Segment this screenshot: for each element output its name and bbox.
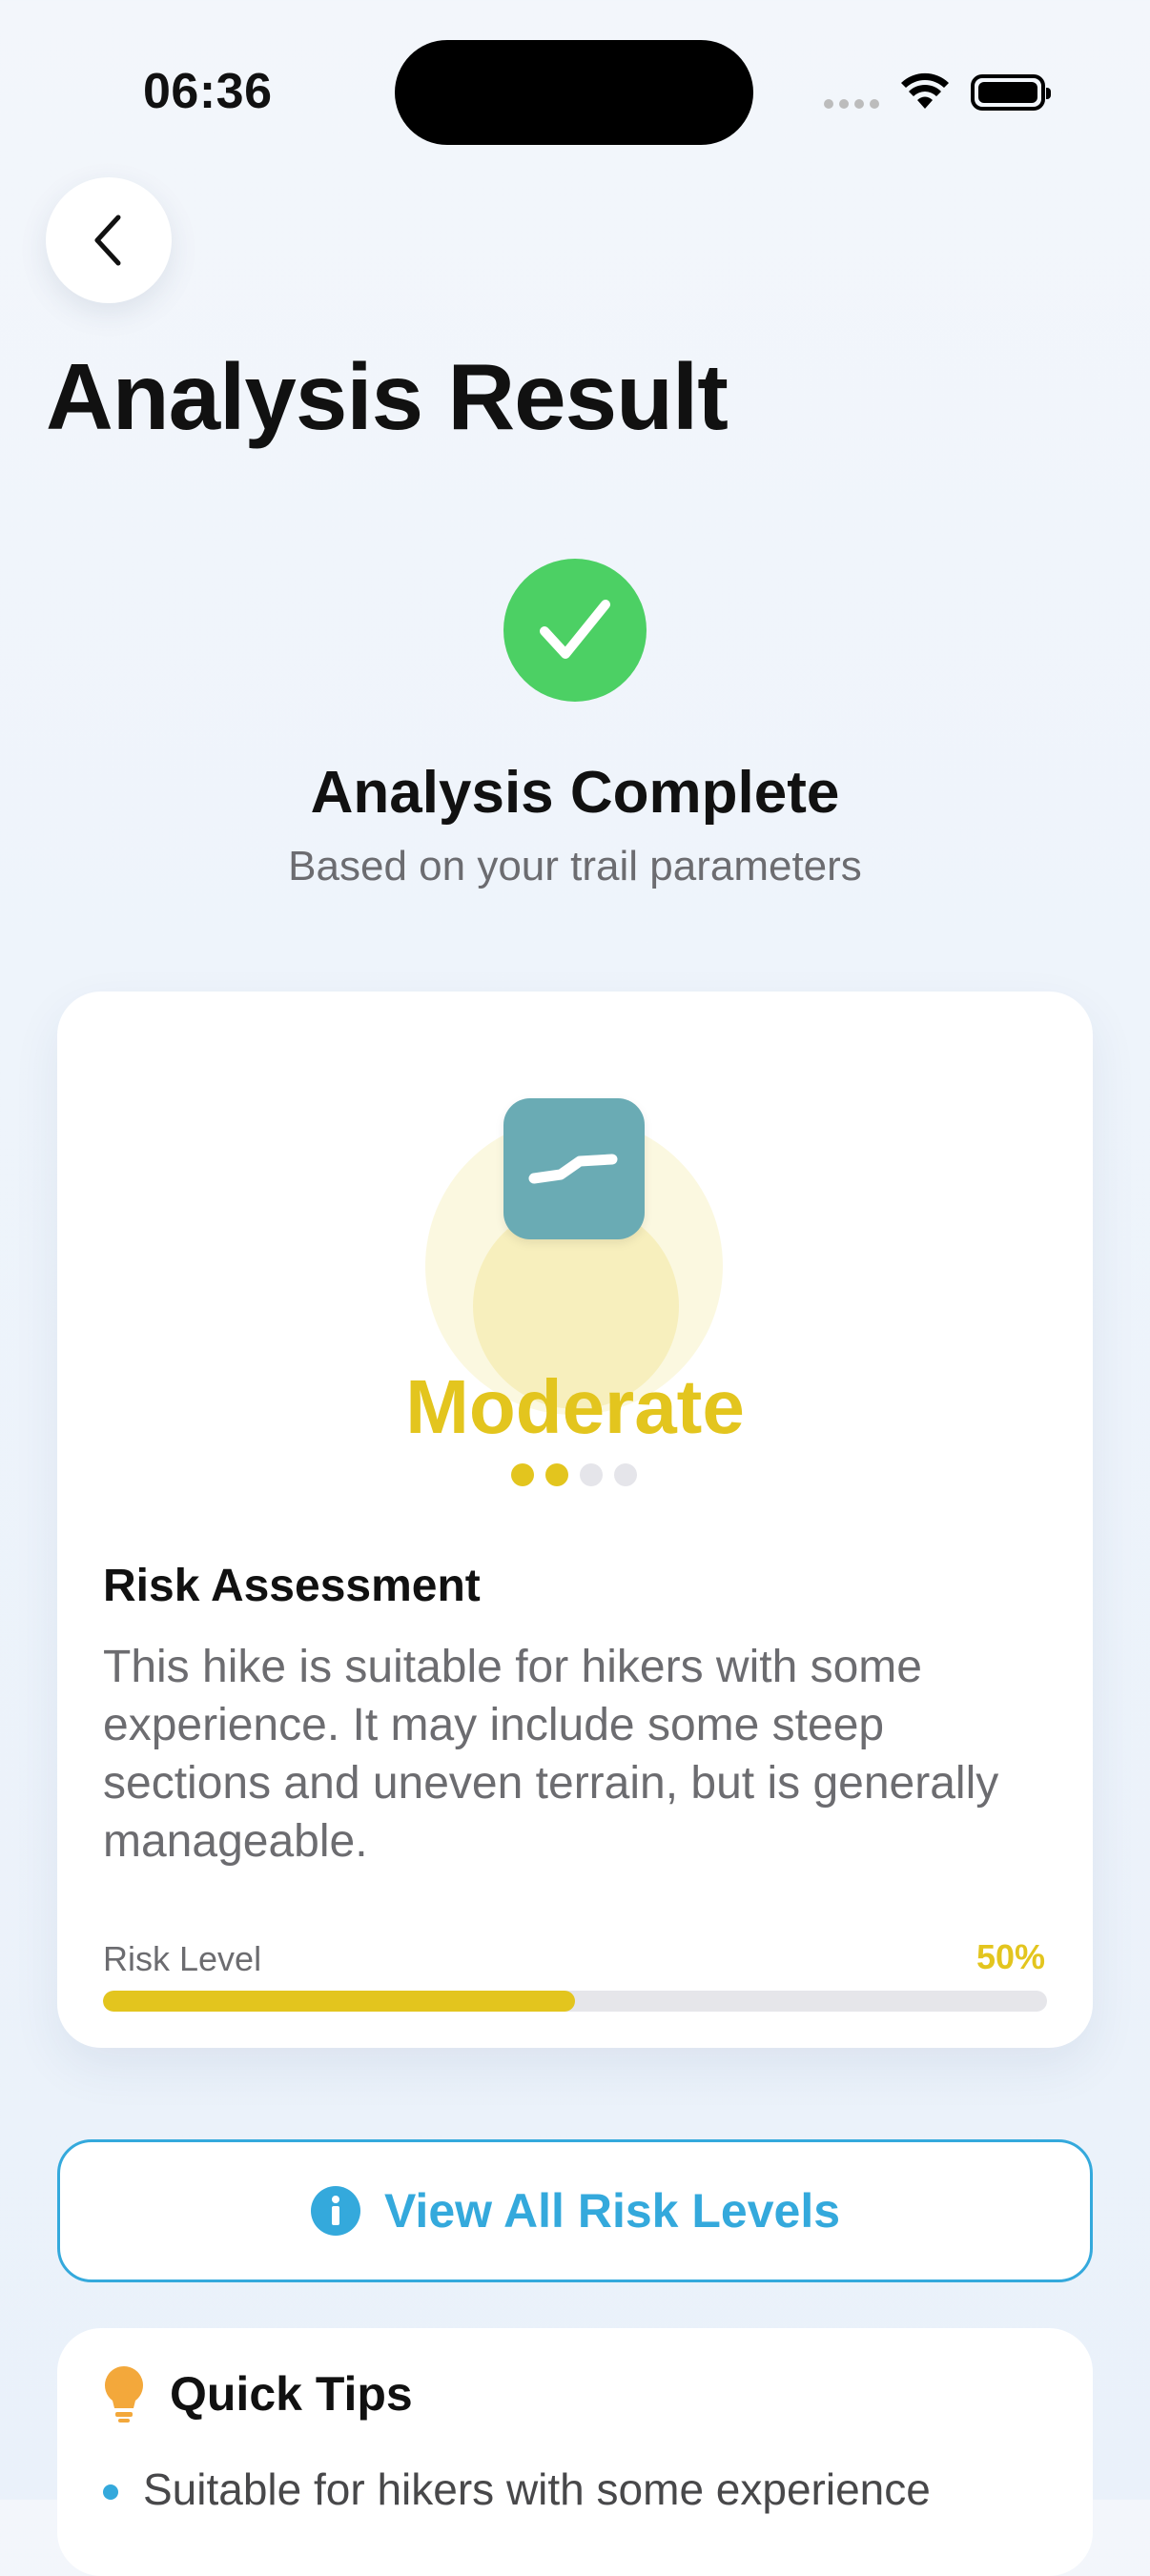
status-time: 06:36: [143, 64, 273, 119]
cellular-signal-icon: [824, 99, 879, 109]
view-all-risk-levels-label: View All Risk Levels: [383, 2184, 841, 2238]
risk-assessment-title: Risk Assessment: [103, 1561, 481, 1611]
trail-path-icon: [503, 1098, 645, 1239]
quick-tips-title: Quick Tips: [170, 2367, 413, 2421]
wifi-icon: [900, 71, 950, 115]
quick-tips-card: [57, 2328, 1093, 2576]
success-badge: [503, 559, 647, 702]
tip-item: Suitable for hikers with some experience: [143, 2464, 931, 2514]
risk-level-percent: 50%: [975, 1937, 1045, 1976]
risk-assessment-text: This hike is suitable for hikers with so…: [103, 1642, 999, 1867]
risk-level-dots: [511, 1463, 637, 1486]
analysis-complete-subtitle: Based on your trail parameters: [288, 843, 862, 889]
view-all-risk-levels-button[interactable]: View All Risk Levels: [57, 2139, 1093, 2282]
risk-level-label: Risk Level: [103, 1939, 262, 1978]
back-button[interactable]: [46, 177, 172, 303]
battery-icon: [971, 74, 1051, 111]
risk-level-bar-fill: [103, 1991, 575, 2012]
dynamic-island: [395, 40, 753, 145]
risk-dot-2: [545, 1463, 568, 1486]
info-circle-icon: [310, 2186, 360, 2236]
risk-dot-3: [580, 1463, 603, 1486]
chevron-left-icon: [94, 215, 121, 266]
page-title: Analysis Result: [46, 344, 729, 449]
analysis-complete-title: Analysis Complete: [310, 760, 840, 826]
risk-dot-1: [511, 1463, 534, 1486]
tip-bullet: [103, 2484, 118, 2500]
checkmark-icon: [540, 600, 610, 659]
risk-level-bar: [103, 1991, 1047, 2012]
risk-level-name: Moderate: [405, 1364, 745, 1449]
lightbulb-icon: [103, 2364, 145, 2428]
risk-dot-4: [614, 1463, 637, 1486]
